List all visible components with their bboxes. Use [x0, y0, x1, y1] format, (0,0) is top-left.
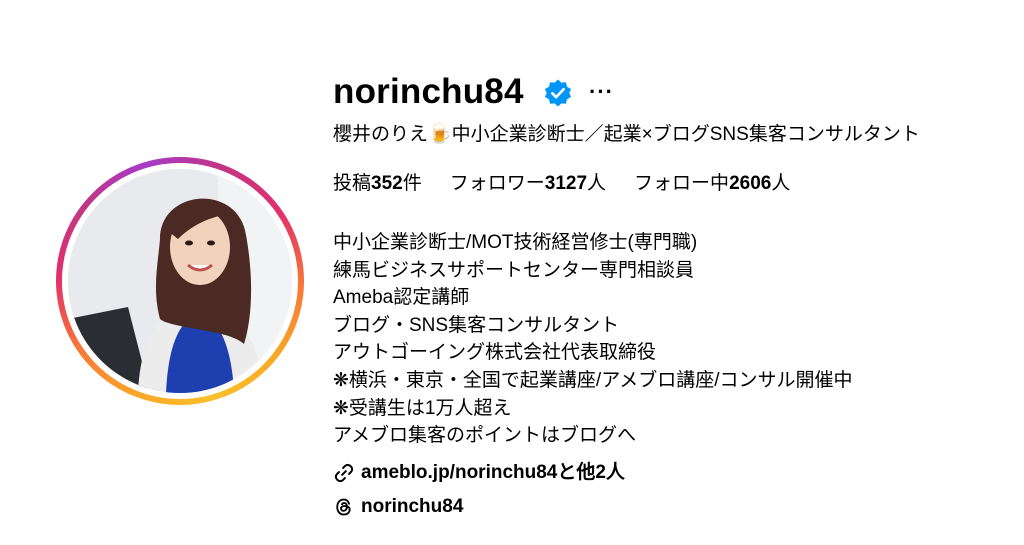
- external-link[interactable]: ameblo.jp/norinchu84と他2人: [333, 460, 625, 486]
- threads-text: norinchu84: [361, 496, 464, 517]
- bio-line: ❋受講生は1万人超え: [333, 397, 512, 419]
- bio-line: アメブロ集客のポイントはブログへ: [333, 425, 637, 447]
- verified-badge-icon: [544, 79, 572, 107]
- posts-count: 投稿352件: [333, 171, 422, 197]
- avatar-photo-illustration: [68, 169, 292, 393]
- following-value: 2606: [729, 173, 772, 194]
- link-icon: [334, 463, 354, 483]
- bio: 中小企業診断士/MOT技術経営修士(専門職) 練馬ビジネスサポートセンター専門相…: [333, 229, 853, 450]
- followers-count[interactable]: フォロワー3127人: [450, 171, 606, 197]
- followers-value: 3127: [544, 173, 588, 194]
- profile-page: norinchu84 ··· 櫻井のりえ🍺中小企業診断士／起業×ブログSNS集客…: [0, 0, 1024, 545]
- following-label: フォロー中: [634, 173, 730, 194]
- bio-line: Ameba認定講師: [333, 287, 470, 309]
- story-ring[interactable]: [56, 157, 304, 405]
- posts-label: 投稿: [333, 173, 372, 194]
- following-count[interactable]: フォロー中2606人: [634, 171, 790, 197]
- bio-line: ブログ・SNS集客コンサルタント: [333, 314, 620, 336]
- avatar-border: [62, 163, 298, 399]
- more-options-icon[interactable]: ···: [589, 81, 613, 104]
- posts-value: 352: [371, 173, 403, 194]
- following-unit: 人: [771, 173, 791, 194]
- threads-icon: [336, 498, 351, 516]
- bio-line: 中小企業診断士/MOT技術経営修士(専門職): [333, 232, 698, 253]
- link-text: ameblo.jp/norinchu84と他2人: [361, 462, 625, 483]
- username: norinchu84: [333, 72, 524, 111]
- bio-line: アウトゴーイング株式会社代表取締役: [333, 342, 657, 364]
- followers-unit: 人: [587, 173, 607, 194]
- full-name: 櫻井のりえ🍺中小企業診断士／起業×ブログSNS集客コンサルタント: [333, 124, 920, 145]
- bio-line: 練馬ビジネスサポートセンター専門相談員: [333, 259, 695, 281]
- bio-line: ❋横浜・東京・全国で起業講座/アメブロ講座/コンサル開催中: [333, 369, 853, 391]
- profile-stats: 投稿352件 フォロワー3127人 フォロー中2606人: [333, 171, 790, 197]
- avatar[interactable]: [68, 169, 292, 393]
- threads-link[interactable]: norinchu84: [333, 494, 463, 520]
- followers-label: フォロワー: [449, 173, 545, 194]
- posts-unit: 件: [402, 173, 422, 194]
